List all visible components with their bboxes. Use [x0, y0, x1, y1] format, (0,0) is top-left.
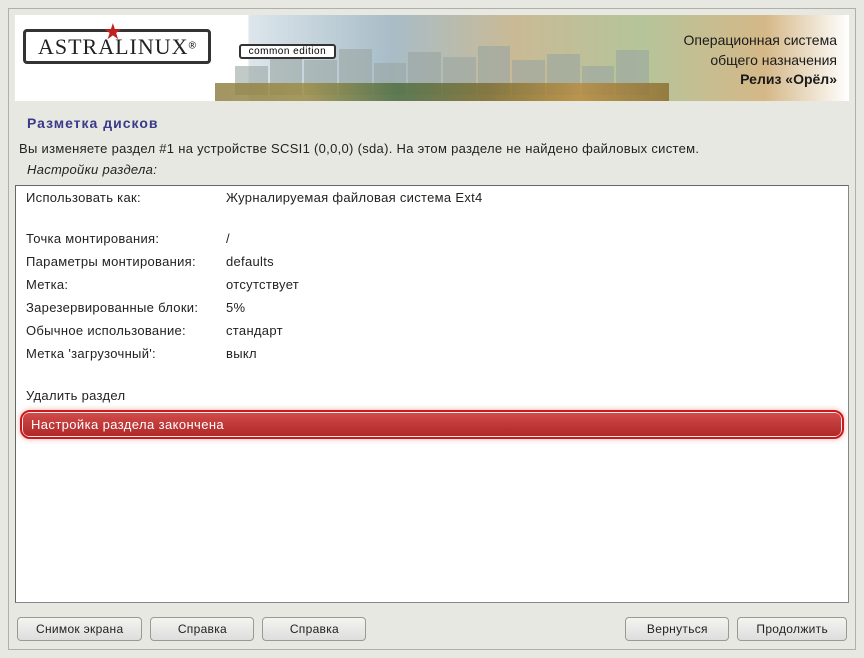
trees-decoration: [215, 83, 669, 101]
setting-reserved-blocks[interactable]: Зарезервированные блоки: 5%: [16, 296, 848, 319]
setting-value: 5%: [226, 300, 838, 315]
setting-value: отсутствует: [226, 277, 838, 292]
instruction-text: Вы изменяете раздел #1 на устройстве SCS…: [15, 141, 849, 160]
delete-partition[interactable]: Удалить раздел: [16, 383, 848, 408]
spacer: [16, 365, 848, 383]
setting-mount-options[interactable]: Параметры монтирования: defaults: [16, 250, 848, 273]
setting-value: Журналируемая файловая система Ext4: [226, 190, 838, 205]
setting-value: /: [226, 231, 838, 246]
setting-label: Параметры монтирования:: [26, 254, 226, 269]
continue-button[interactable]: Продолжить: [737, 617, 847, 641]
setting-typical-usage[interactable]: Обычное использование: стандарт: [16, 319, 848, 342]
installer-window: ★ ASTRALINUX® common edition Операционна…: [0, 0, 864, 658]
inner-frame: ★ ASTRALINUX® common edition Операционна…: [8, 8, 856, 650]
star-icon: ★: [103, 19, 123, 45]
setting-label: Использовать как:: [26, 190, 226, 205]
os-line1: Операционная система: [684, 31, 837, 51]
setting-label: Обычное использование:: [26, 323, 226, 338]
help-button-2[interactable]: Справка: [262, 617, 366, 641]
brand-subtitle: common edition: [239, 44, 337, 59]
os-line2: общего назначения: [684, 51, 837, 71]
header-banner: ★ ASTRALINUX® common edition Операционна…: [15, 15, 849, 101]
page-title: Разметка дисков: [15, 115, 849, 141]
logo: ★ ASTRALINUX® common edition: [23, 29, 336, 64]
settings-panel: Использовать как: Журналируемая файловая…: [15, 185, 849, 603]
setting-mount-point[interactable]: Точка монтирования: /: [16, 227, 848, 250]
setting-bootable-flag[interactable]: Метка 'загрузочный': выкл: [16, 342, 848, 365]
setting-label: Точка монтирования:: [26, 231, 226, 246]
sub-instruction: Настройки раздела:: [15, 160, 849, 183]
release-line: Релиз «Орёл»: [684, 70, 837, 90]
screenshot-button[interactable]: Снимок экрана: [17, 617, 142, 641]
help-button-1[interactable]: Справка: [150, 617, 254, 641]
setting-label: Метка:: [26, 277, 226, 292]
header-text: Операционная система общего назначения Р…: [684, 31, 837, 90]
setting-value: выкл: [226, 346, 838, 361]
setting-label: Зарезервированные блоки:: [26, 300, 226, 315]
footer-buttons: Снимок экрана Справка Справка Вернуться …: [15, 613, 849, 643]
setting-value: стандарт: [226, 323, 838, 338]
setting-label-field[interactable]: Метка: отсутствует: [16, 273, 848, 296]
setting-use-as[interactable]: Использовать как: Журналируемая файловая…: [16, 186, 848, 209]
done-partition-highlight: Настройка раздела закончена: [20, 410, 844, 439]
back-button[interactable]: Вернуться: [625, 617, 729, 641]
spacer: [16, 209, 848, 227]
setting-value: defaults: [226, 254, 838, 269]
setting-label: Метка 'загрузочный':: [26, 346, 226, 361]
done-partition[interactable]: Настройка раздела закончена: [23, 413, 841, 436]
